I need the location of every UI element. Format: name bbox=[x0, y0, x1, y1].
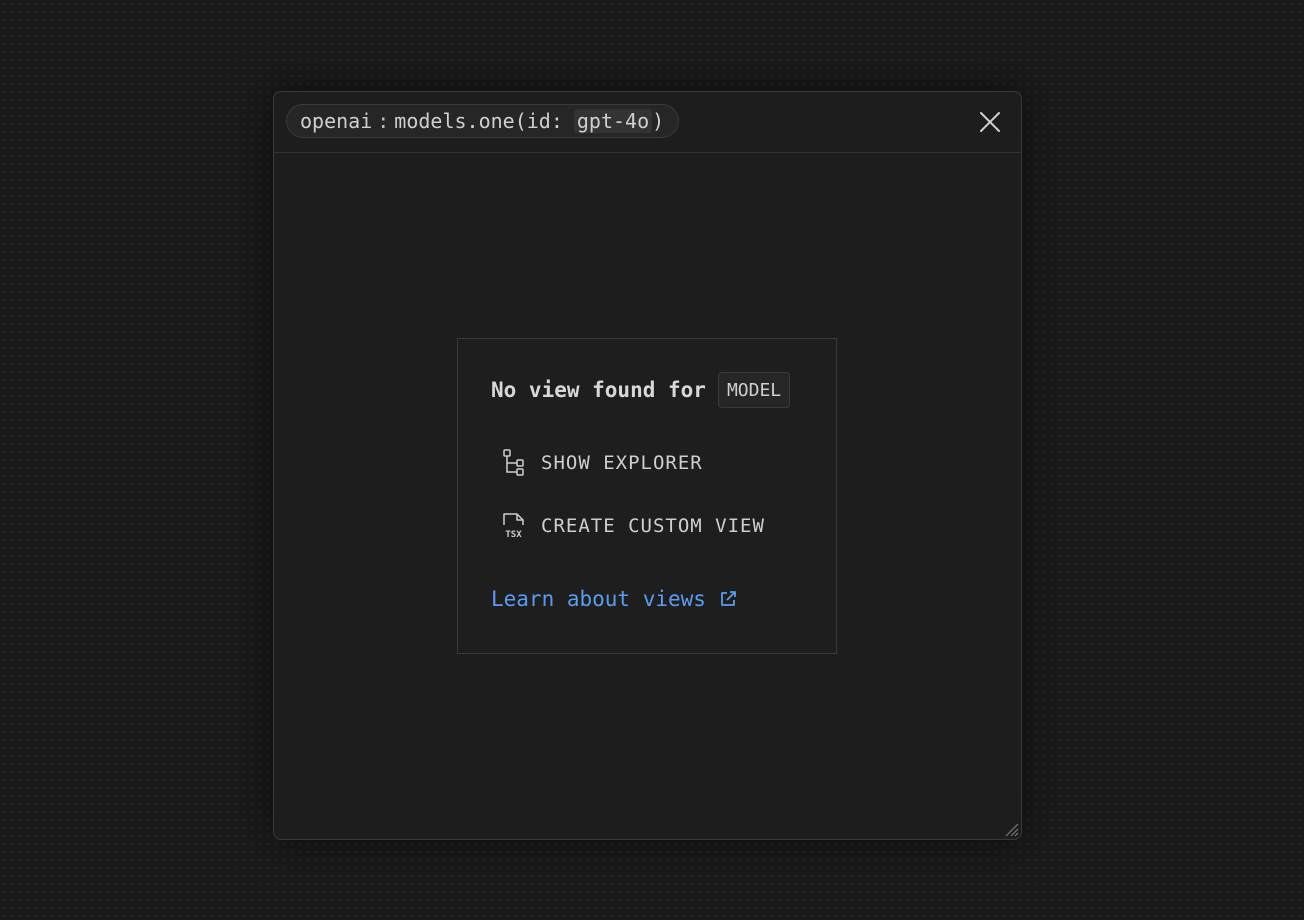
query-separator: : bbox=[377, 109, 390, 133]
external-link-icon bbox=[721, 591, 736, 606]
no-view-card: No view found for MODEL SHOW EXPLORER TS… bbox=[457, 338, 837, 654]
no-view-heading: No view found for MODEL bbox=[491, 372, 791, 408]
type-badge: MODEL bbox=[717, 372, 791, 408]
query-call: models.one(id: bbox=[394, 109, 563, 133]
window-content: No view found for MODEL SHOW EXPLORER TS… bbox=[274, 153, 1021, 839]
show-explorer-label: SHOW EXPLORER bbox=[541, 452, 703, 474]
close-button[interactable] bbox=[977, 109, 1003, 135]
query-close-paren: ) bbox=[652, 109, 665, 133]
close-icon bbox=[980, 112, 1000, 132]
no-view-title: No view found for bbox=[491, 378, 706, 402]
query-argument: gpt-4o bbox=[573, 109, 653, 133]
create-custom-view-label: CREATE CUSTOM VIEW bbox=[541, 515, 765, 537]
view-window: openai : models.one(id: gpt-4o ) No view… bbox=[273, 91, 1022, 840]
window-titlebar: openai : models.one(id: gpt-4o ) bbox=[274, 92, 1021, 153]
tsx-icon-text: TSX bbox=[505, 530, 522, 540]
resize-handle-icon[interactable] bbox=[1003, 821, 1019, 837]
create-custom-view-button[interactable]: TSX CREATE CUSTOM VIEW bbox=[501, 511, 765, 541]
query-namespace: openai bbox=[300, 109, 373, 133]
learn-about-views-label: Learn about views bbox=[491, 587, 706, 611]
tree-icon bbox=[501, 448, 527, 478]
tsx-file-icon: TSX bbox=[501, 511, 527, 541]
query-pill[interactable]: openai : models.one(id: gpt-4o ) bbox=[286, 104, 680, 138]
show-explorer-button[interactable]: SHOW EXPLORER bbox=[501, 448, 703, 478]
learn-about-views-link[interactable]: Learn about views bbox=[491, 587, 738, 611]
